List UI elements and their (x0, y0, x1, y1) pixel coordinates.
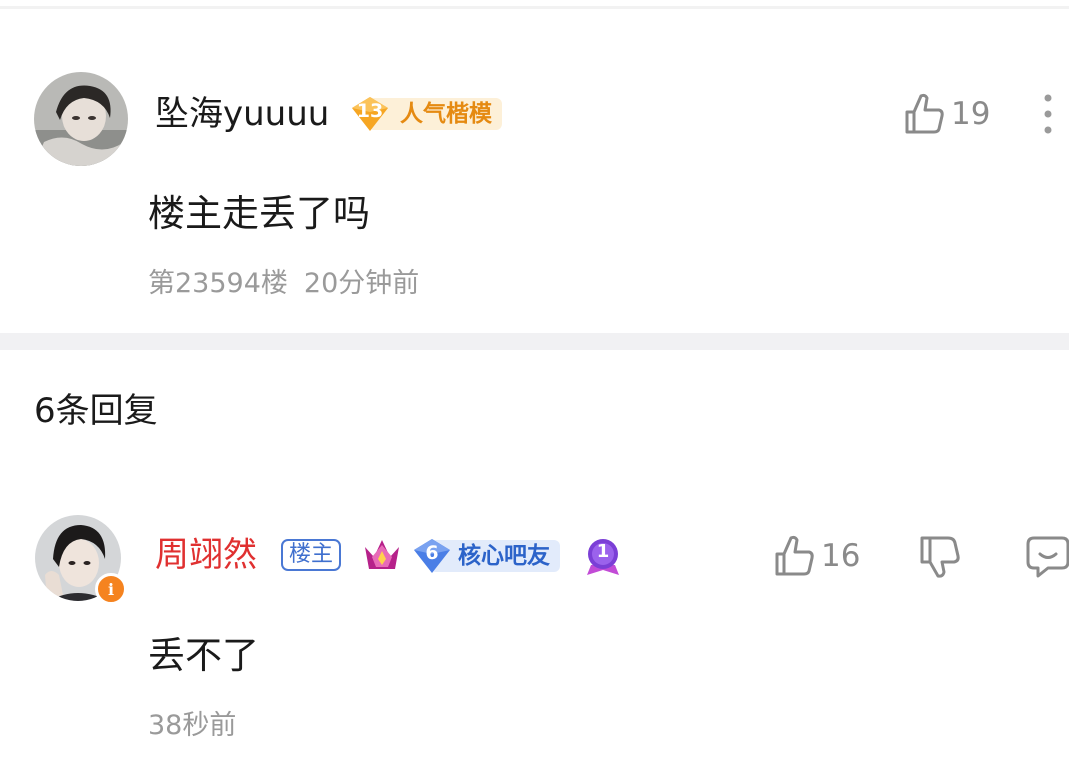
level-title: 人气楷模 (400, 101, 492, 127)
reply-avatar-wrap[interactable]: i (35, 515, 127, 607)
reply-meta: 38秒前 (148, 710, 236, 742)
rank-number: 1 (596, 541, 610, 562)
dislike-button[interactable] (918, 534, 962, 580)
more-vertical-icon (1044, 94, 1052, 134)
like-button[interactable]: 19 (903, 92, 990, 136)
level-number: 13 (356, 100, 384, 122)
level-number-badge: 6 (412, 538, 452, 574)
reply-content: 丢不了 (148, 634, 259, 677)
crown-badge-icon (362, 537, 402, 575)
comment-content: 楼主走丢了吗 (148, 192, 370, 235)
owner-tag: 楼主 (281, 539, 342, 571)
info-badge-icon: i (95, 573, 127, 605)
reply-like-button[interactable]: 16 (773, 534, 860, 578)
like-count: 19 (951, 96, 991, 132)
level-number: 6 (425, 542, 439, 564)
rank-badge-icon: 1 (584, 537, 622, 577)
thumbs-up-icon (775, 535, 814, 576)
reply-level-badge[interactable]: 核心吧友 6 (412, 538, 572, 574)
level-badge[interactable]: 人气楷模 13 (350, 96, 512, 132)
reply-time: 38秒前 (148, 710, 237, 741)
top-divider (0, 6, 1069, 9)
level-number-badge: 13 (350, 96, 390, 132)
level-title: 核心吧友 (458, 543, 550, 569)
avatar[interactable] (34, 72, 128, 166)
replies-header: 6条回复 (34, 391, 158, 431)
like-count: 16 (821, 538, 861, 574)
floor-number: 第23594楼 (148, 268, 288, 299)
section-divider (0, 333, 1069, 350)
thumbs-up-icon (905, 93, 944, 134)
comment-meta: 第23594楼 20分钟前 (148, 268, 419, 300)
more-button[interactable] (1036, 92, 1060, 138)
comment-bubble-icon (1026, 536, 1069, 578)
reply-button[interactable] (1026, 534, 1069, 580)
comment-time: 20分钟前 (303, 268, 420, 299)
username[interactable]: 坠海yuuuu (155, 94, 329, 134)
reply-username[interactable]: 周翊然 (155, 535, 257, 575)
thumbs-down-icon (920, 536, 960, 578)
